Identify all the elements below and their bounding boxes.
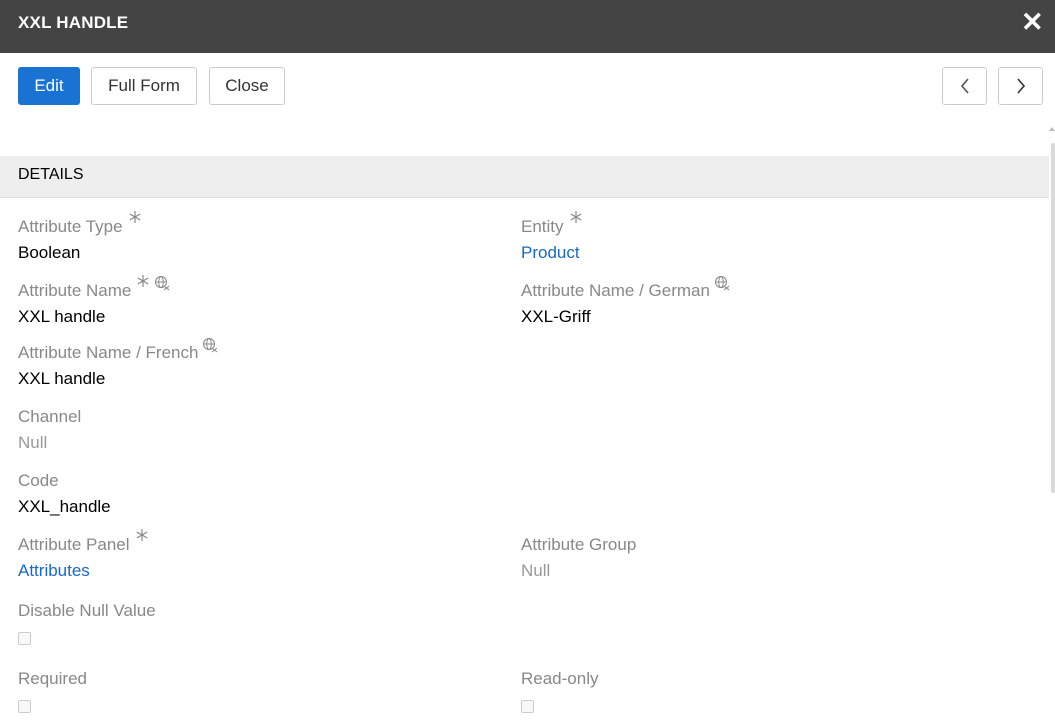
field-code: Code XXL_handle	[18, 470, 498, 518]
read-only-checkbox[interactable]	[521, 700, 534, 713]
attribute-name-french-value: XXL handle	[18, 369, 106, 388]
field-entity: Entity Product	[521, 211, 1001, 264]
scrollbar-thumb[interactable]	[1051, 143, 1055, 493]
chevron-right-icon	[1016, 78, 1025, 94]
close-icon[interactable]: ✕	[1021, 9, 1044, 36]
full-form-button[interactable]: Full Form	[91, 67, 197, 105]
attribute-name-value: XXL handle	[18, 307, 106, 326]
attribute-panel-label: Attribute Panel	[18, 535, 130, 554]
attribute-type-value: Boolean	[18, 243, 81, 262]
disable-null-value-checkbox[interactable]	[18, 632, 31, 645]
required-asterisk-icon	[137, 275, 149, 287]
edit-button[interactable]: Edit	[18, 67, 80, 105]
translation-globe-icon	[155, 276, 170, 291]
field-attribute-panel: Attribute Panel Attributes	[18, 529, 498, 582]
read-only-label: Read-only	[521, 669, 599, 688]
field-attribute-name: Attribute Name XXL handle	[18, 275, 498, 328]
attribute-group-value: Null	[521, 561, 551, 580]
attribute-name-label: Attribute Name	[18, 281, 132, 300]
channel-label: Channel	[18, 407, 82, 426]
panel-heading-label: DETAILS	[18, 166, 84, 183]
required-asterisk-icon	[136, 529, 148, 541]
modal-title: XXL HANDLE	[18, 13, 129, 32]
required-checkbox[interactable]	[18, 700, 31, 713]
close-button[interactable]: Close	[209, 67, 285, 105]
entity-link[interactable]: Product	[521, 242, 1001, 264]
disable-null-value-label: Disable Null Value	[18, 601, 156, 620]
channel-value: Null	[18, 433, 48, 452]
translation-globe-icon	[714, 276, 730, 291]
field-attribute-type: Attribute Type Boolean	[18, 211, 498, 264]
required-label: Required	[18, 669, 87, 688]
attribute-name-german-value: XXL-Griff	[521, 307, 591, 326]
next-record-button[interactable]	[998, 67, 1043, 105]
previous-record-button[interactable]	[942, 67, 987, 105]
field-attribute-name-french: Attribute Name / French XXL handle	[18, 338, 498, 390]
code-value: XXL_handle	[18, 497, 111, 516]
field-disable-null-value: Disable Null Value	[18, 600, 498, 645]
modal-header: XXL HANDLE ✕	[0, 0, 1055, 53]
required-asterisk-icon	[129, 211, 141, 223]
chevron-left-icon	[960, 78, 969, 94]
attribute-type-label: Attribute Type	[18, 217, 123, 236]
field-channel: Channel Null	[18, 406, 498, 454]
attribute-name-german-label: Attribute Name / German	[521, 281, 710, 300]
attribute-group-label: Attribute Group	[521, 535, 637, 554]
code-label: Code	[18, 471, 59, 490]
required-asterisk-icon	[570, 211, 582, 223]
scroll-up-arrow[interactable]	[1049, 127, 1055, 131]
translation-globe-icon	[203, 338, 218, 353]
entity-label: Entity	[521, 217, 564, 236]
attribute-name-french-label: Attribute Name / French	[18, 343, 199, 362]
field-required: Required	[18, 668, 498, 713]
field-attribute-group: Attribute Group Null	[521, 534, 1001, 582]
details-panel-heading: DETAILS	[0, 156, 1049, 198]
attribute-panel-link[interactable]: Attributes	[18, 560, 498, 582]
field-attribute-name-german: Attribute Name / German XXL-Griff	[521, 276, 1001, 328]
field-read-only: Read-only	[521, 668, 1001, 713]
